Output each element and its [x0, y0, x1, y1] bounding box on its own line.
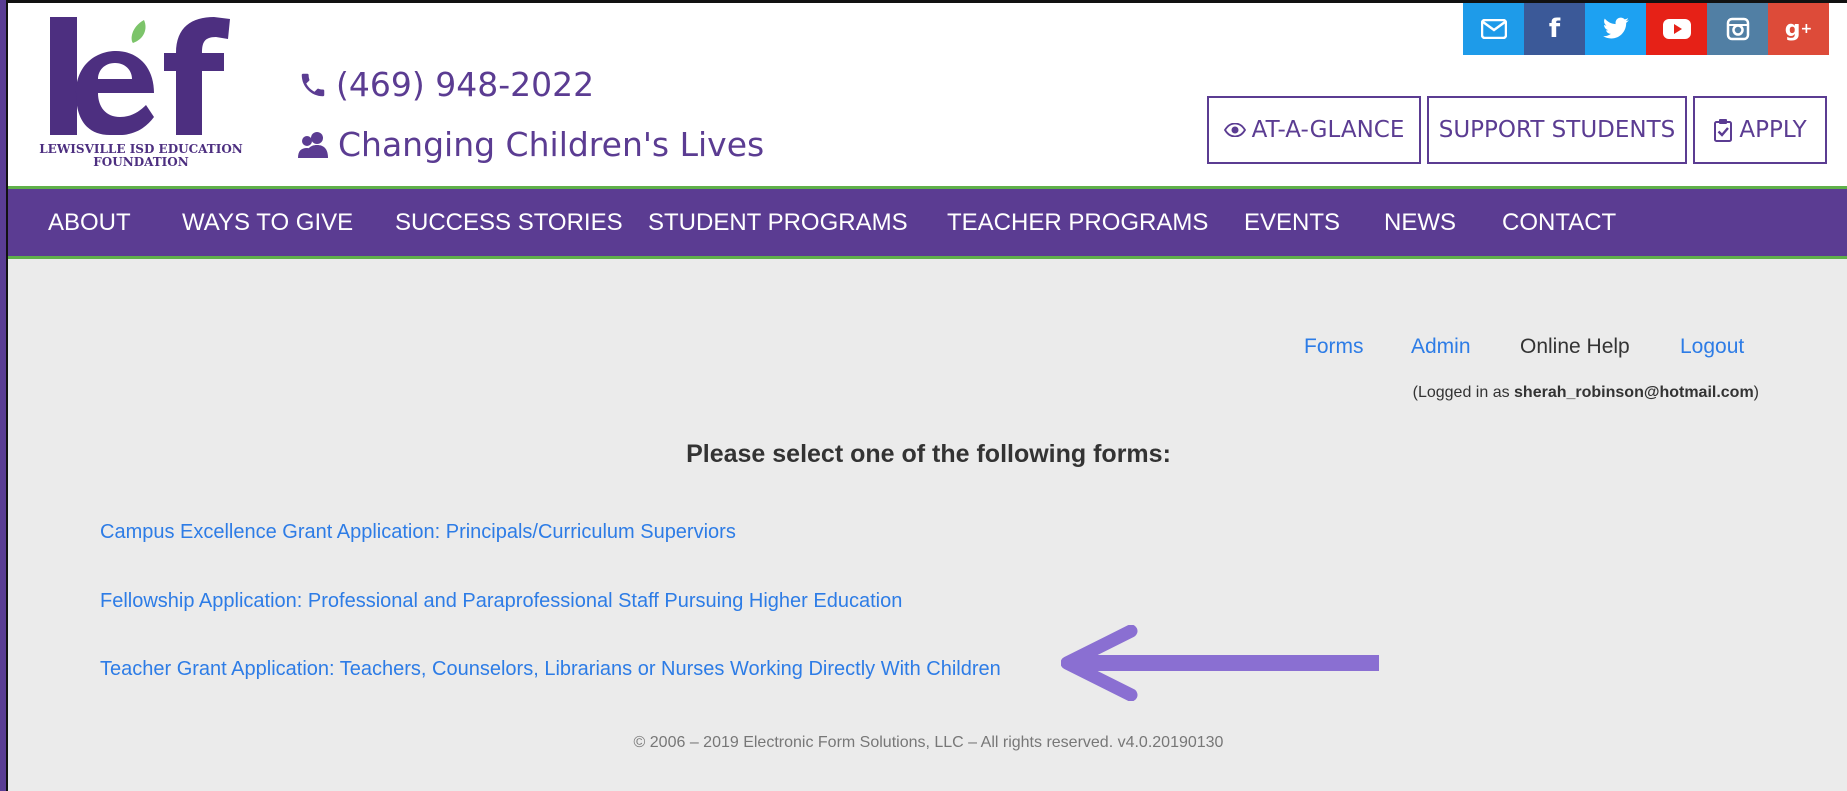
clipboard-check-icon: [1714, 119, 1733, 142]
facebook-icon[interactable]: f: [1524, 3, 1585, 55]
main-nav: ABOUT WAYS TO GIVE SUCCESS STORIES STUDE…: [8, 186, 1847, 259]
nav-item-teacher-programs[interactable]: TEACHER PROGRAMS: [947, 189, 1208, 256]
logged-in-email: sherah_robinson@hotmail.com: [1514, 384, 1754, 401]
nav-item-news[interactable]: NEWS: [1384, 189, 1456, 256]
nav-item-contact[interactable]: CONTACT: [1502, 189, 1616, 256]
at-a-glance-label: AT-A-GLANCE: [1251, 117, 1405, 143]
pointer-arrow: [1061, 625, 1379, 701]
instagram-icon[interactable]: [1707, 3, 1768, 55]
nav-item-events[interactable]: EVENTS: [1244, 189, 1340, 256]
at-a-glance-button[interactable]: AT-A-GLANCE: [1207, 96, 1421, 164]
logout-link[interactable]: Logout: [1680, 335, 1744, 359]
lef-logo-mark: [50, 17, 230, 135]
form-link-fellowship[interactable]: Fellowship Application: Professional and…: [100, 590, 902, 613]
youtube-icon[interactable]: [1646, 3, 1707, 55]
phone-icon: [301, 73, 325, 96]
form-link-teacher-grant[interactable]: Teacher Grant Application: Teachers, Cou…: [100, 658, 1001, 681]
phone-line: (469) 948-2022: [298, 65, 594, 104]
form-link-campus-excellence[interactable]: Campus Excellence Grant Application: Pri…: [100, 521, 736, 544]
forms-heading: Please select one of the following forms…: [686, 440, 1171, 468]
tagline-line: Changing Children's Lives: [298, 125, 764, 164]
logo-caption: LEWISVILLE ISD EDUCATION FOUNDATION: [36, 143, 246, 169]
logo-caption-line2: FOUNDATION: [93, 155, 189, 169]
admin-link[interactable]: Admin: [1411, 335, 1471, 359]
twitter-icon[interactable]: [1585, 3, 1646, 55]
google-plus-icon[interactable]: g +: [1768, 3, 1829, 55]
nav-item-success-stories[interactable]: SUCCESS STORIES: [395, 189, 623, 256]
online-help-link[interactable]: Online Help: [1520, 335, 1630, 359]
page-frame: LEWISVILLE ISD EDUCATION FOUNDATION (469…: [6, 0, 1847, 791]
tagline-text: Changing Children's Lives: [338, 125, 765, 164]
support-students-button[interactable]: SUPPORT STUDENTS: [1427, 96, 1687, 164]
apply-label: APPLY: [1739, 117, 1807, 143]
site-header: LEWISVILLE ISD EDUCATION FOUNDATION (469…: [8, 3, 1847, 186]
logged-in-prefix: (Logged in as: [1412, 384, 1515, 401]
phone-number[interactable]: (469) 948-2022: [336, 65, 594, 104]
forms-link[interactable]: Forms: [1304, 335, 1364, 359]
support-students-label: SUPPORT STUDENTS: [1438, 117, 1676, 143]
eye-icon: [1223, 123, 1246, 137]
lef-logo[interactable]: LEWISVILLE ISD EDUCATION FOUNDATION: [36, 15, 256, 180]
users-icon: [298, 131, 328, 158]
nav-item-about[interactable]: ABOUT: [48, 189, 131, 256]
apply-button[interactable]: APPLY: [1693, 96, 1827, 164]
logged-in-status: (Logged in as sherah_robinson@hotmail.co…: [1413, 384, 1759, 402]
email-icon[interactable]: [1463, 3, 1524, 55]
logged-in-suffix: ): [1753, 384, 1759, 401]
footer-copyright: © 2006 – 2019 Electronic Form Solutions,…: [633, 734, 1224, 751]
nav-item-student-programs[interactable]: STUDENT PROGRAMS: [648, 189, 908, 256]
nav-item-ways-to-give[interactable]: WAYS TO GIVE: [182, 189, 353, 256]
social-icons: f g +: [1463, 3, 1829, 55]
